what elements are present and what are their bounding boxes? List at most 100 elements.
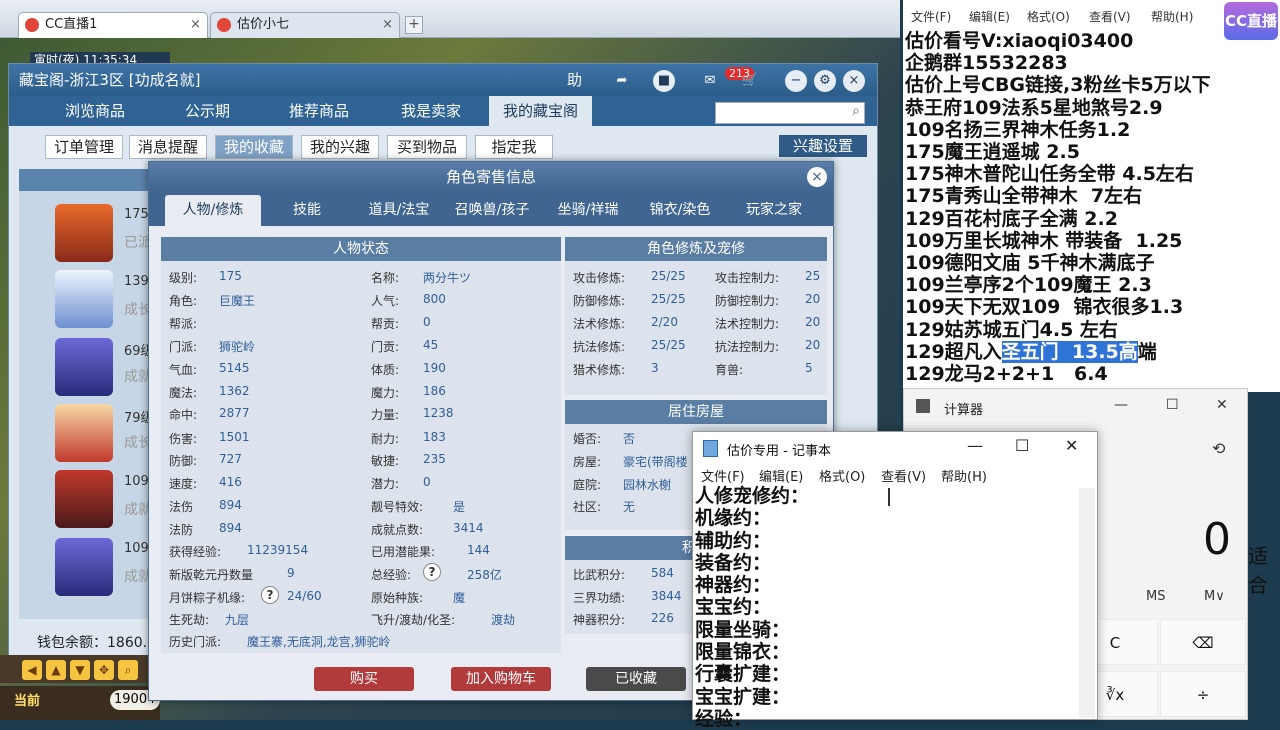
menu-file[interactable]: 文件(F) bbox=[701, 466, 745, 485]
subnav-favorites[interactable]: 我的收藏 bbox=[215, 135, 293, 159]
nav-my-cbg[interactable]: 我的藏宝阁 bbox=[489, 96, 593, 126]
scrollbar[interactable] bbox=[1079, 488, 1095, 718]
minimize-icon[interactable]: − bbox=[785, 70, 807, 92]
subnav-interests[interactable]: 我的兴趣 bbox=[301, 135, 379, 159]
menu-edit[interactable]: 编辑(E) bbox=[759, 466, 803, 485]
memory-list-button[interactable]: M∨ bbox=[1204, 589, 1225, 604]
tab-cc-live[interactable]: CC直播1 × bbox=[18, 12, 208, 38]
minimize-icon[interactable]: — bbox=[967, 436, 983, 455]
cult-value: 25/25 bbox=[651, 292, 686, 306]
add-to-cart-button[interactable]: 加入购物车 bbox=[451, 667, 551, 691]
cult-value: 3 bbox=[651, 361, 659, 375]
minimize-icon[interactable]: — bbox=[1114, 397, 1128, 413]
cult-value: 20 bbox=[805, 315, 821, 329]
menu-format[interactable]: 格式(O) bbox=[1027, 8, 1070, 25]
search-input[interactable]: ⌕ bbox=[715, 102, 865, 124]
tab-home[interactable]: 玩家之家 bbox=[729, 195, 819, 226]
avatar[interactable] bbox=[55, 404, 113, 462]
backspace-button[interactable]: ⌫ bbox=[1160, 619, 1246, 665]
close-icon[interactable]: × bbox=[807, 167, 827, 187]
stat-label: 命中: bbox=[169, 408, 198, 422]
menu-view[interactable]: 查看(V) bbox=[881, 466, 926, 485]
arrow-left-icon[interactable]: ◀ bbox=[22, 660, 42, 680]
nav-recommend[interactable]: 推荐商品 bbox=[289, 96, 349, 126]
subnav-orders[interactable]: 订单管理 bbox=[45, 135, 123, 159]
settings-icon[interactable]: ⚙ bbox=[814, 70, 836, 92]
tab-character[interactable]: 人物/修炼 bbox=[165, 195, 261, 226]
tab-pets[interactable]: 召唤兽/孩子 bbox=[445, 195, 539, 226]
close-icon[interactable]: × bbox=[190, 13, 201, 37]
tab-items[interactable]: 道具/法宝 bbox=[355, 195, 443, 226]
avatar[interactable] bbox=[55, 338, 113, 396]
close-icon[interactable]: × bbox=[382, 13, 393, 37]
menu-format[interactable]: 格式(O) bbox=[819, 466, 865, 485]
menu-help[interactable]: 帮助(H) bbox=[1151, 8, 1193, 25]
stat-potential: 潜力: 0 bbox=[371, 475, 431, 492]
stat-label: 体质: bbox=[371, 363, 400, 377]
side-text: 适合 bbox=[1248, 544, 1268, 597]
house-value: 豪宅(带阁楼 bbox=[623, 455, 688, 469]
menu-view[interactable]: 查看(V) bbox=[1089, 8, 1131, 25]
stat-label: 生死劫: bbox=[169, 613, 210, 627]
channel-current[interactable]: 当前 bbox=[14, 690, 40, 709]
maximize-icon[interactable]: ☐ bbox=[1015, 436, 1029, 455]
help-button[interactable]: 助 bbox=[567, 69, 582, 90]
stop-icon[interactable]: ■ bbox=[653, 70, 675, 92]
tab-mounts[interactable]: 坐骑/祥瑞 bbox=[543, 195, 633, 226]
browser-tabbar: CC直播1 × 估价小七 × + bbox=[0, 0, 900, 38]
nav-seller[interactable]: 我是卖家 bbox=[401, 96, 461, 126]
house-married: 婚否: 否 bbox=[573, 430, 635, 447]
buy-button[interactable]: 购买 bbox=[314, 667, 414, 691]
notepad-text-area[interactable]: 人修宠修约： 机缘约： 辅助约： 装备约： 神器约： 宝宝约： 限量坐骑： 限量锦衣： 行囊扩建… bbox=[695, 485, 809, 730]
menu-help[interactable]: 帮助(H) bbox=[941, 466, 987, 485]
cult-row-hunt: 猎术修炼: 3 育兽: 5 bbox=[573, 361, 813, 378]
cart-icon[interactable]: 🛒 bbox=[739, 70, 761, 92]
tab-skills[interactable]: 技能 bbox=[267, 195, 347, 226]
close-icon[interactable]: ✕ bbox=[1216, 397, 1228, 413]
memory-store-button[interactable]: MS bbox=[1146, 589, 1165, 604]
text-cursor bbox=[888, 488, 890, 506]
message-icon[interactable]: ✉ bbox=[699, 70, 721, 92]
subnav-bought[interactable]: 买到物品 bbox=[387, 135, 467, 159]
share-icon[interactable]: ➦ bbox=[611, 70, 633, 92]
nav-public[interactable]: 公示期 bbox=[185, 96, 230, 126]
tab-outfits[interactable]: 锦衣/染色 bbox=[637, 195, 723, 226]
subnav-messages[interactable]: 消息提醒 bbox=[129, 135, 207, 159]
move-icon[interactable]: ✥ bbox=[94, 660, 114, 680]
points-value: 226 bbox=[651, 611, 674, 625]
menu-edit[interactable]: 编辑(E) bbox=[969, 8, 1010, 25]
maximize-icon[interactable]: ☐ bbox=[1166, 397, 1179, 413]
close-icon[interactable]: × bbox=[843, 70, 865, 92]
menu-file[interactable]: 文件(F) bbox=[911, 8, 951, 25]
notepad-icon bbox=[703, 440, 718, 457]
avatar[interactable] bbox=[55, 470, 113, 528]
arrow-down-icon[interactable]: ▼ bbox=[70, 660, 90, 680]
help-icon[interactable]: ? bbox=[423, 563, 441, 581]
interest-settings-button[interactable]: 兴趣设置 bbox=[779, 135, 867, 157]
avatar[interactable] bbox=[55, 204, 113, 262]
tab-valuation[interactable]: 估价小七 × bbox=[210, 12, 400, 38]
cult-value: 5 bbox=[805, 361, 813, 375]
selected-text: 圣五门 13.5高 bbox=[1001, 340, 1138, 363]
subnav-assigned[interactable]: 指定我 bbox=[475, 135, 553, 159]
stat-label: 获得经验: bbox=[169, 545, 222, 559]
zoom-icon[interactable]: ⌕ bbox=[118, 660, 138, 680]
stat-label: 耐力: bbox=[371, 432, 400, 446]
divide-button[interactable]: ÷ bbox=[1160, 671, 1246, 717]
history-icon[interactable]: ⟲ bbox=[1212, 439, 1225, 458]
points-merit: 三界功绩: 3844 bbox=[573, 589, 682, 606]
stat-label: 靓号特效: bbox=[371, 500, 424, 514]
stat-label: 月饼粽子机缘: bbox=[169, 591, 246, 605]
house-label: 社区: bbox=[573, 500, 602, 514]
arrow-up-icon[interactable]: ▲ bbox=[46, 660, 66, 680]
nav-browse[interactable]: 浏览商品 bbox=[65, 96, 125, 126]
avatar[interactable] bbox=[55, 270, 113, 328]
notepad-text-area[interactable]: 估价看号V:xiaoqi03400 企鹅群15532283 估价上号CBG链接,3粉… bbox=[905, 30, 1211, 385]
stat-guild-contrib: 帮贡: 0 bbox=[371, 315, 431, 332]
close-icon[interactable]: ✕ bbox=[1065, 436, 1078, 455]
avatar[interactable] bbox=[55, 538, 113, 596]
new-tab-button[interactable]: + bbox=[405, 16, 423, 34]
favorited-button[interactable]: 已收藏 bbox=[586, 667, 686, 691]
stat-value: 727 bbox=[219, 452, 242, 466]
help-icon[interactable]: ? bbox=[261, 586, 279, 604]
